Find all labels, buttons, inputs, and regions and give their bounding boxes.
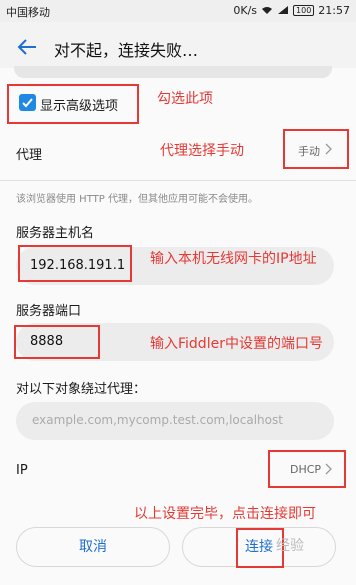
highlight-box-host <box>18 245 132 282</box>
checkmark-icon <box>22 98 33 108</box>
page-title: 对不起，连接失败… <box>54 41 199 60</box>
port-label: 服务器端口 <box>16 304 82 319</box>
annotation-port: 输入Fiddler中设置的端口号 <box>150 336 323 352</box>
annotation-advanced: 勾选此项 <box>157 91 213 107</box>
highlight-box-port <box>14 325 100 359</box>
proxy-label: 代理 <box>16 148 43 163</box>
bypass-placeholder: example.com,mycomp.test.com,localhost <box>32 413 283 427</box>
status-bar: 中国移动 0K/s 100 21:57 <box>0 0 356 22</box>
annotation-proxy: 代理选择手动 <box>160 143 244 159</box>
proxy-hint: 该浏览器使用 HTTP 代理，但其他应用可能不会使用。 <box>16 194 258 205</box>
back-arrow-icon[interactable] <box>16 36 38 58</box>
cancel-button[interactable]: 取消 <box>16 527 170 567</box>
bypass-label: 对以下对象绕过代理： <box>16 382 147 397</box>
clock: 21:57 <box>318 4 350 17</box>
advanced-options-label: 显示高级选项 <box>40 99 119 114</box>
previous-field-edge <box>14 66 332 78</box>
ip-value[interactable]: DHCP <box>290 463 321 476</box>
wifi-icon <box>262 7 273 14</box>
advanced-options-checkbox[interactable] <box>19 94 36 111</box>
signal-icon <box>278 6 289 14</box>
carrier-name: 中国移动 <box>6 6 50 19</box>
annotation-host: 输入本机无线网卡的IP地址 <box>150 251 317 267</box>
bypass-input[interactable]: example.com,mycomp.test.com,localhost <box>16 402 334 440</box>
ip-label: IP <box>16 463 28 478</box>
battery-icon: 100 <box>293 5 315 16</box>
chevron-right-icon[interactable] <box>325 143 333 155</box>
divider <box>0 180 356 181</box>
app-header: 对不起，连接失败… <box>0 22 356 72</box>
watermark: 经验 <box>276 538 304 554</box>
annotation-footer: 以上设置完毕，点击连接即可 <box>134 506 316 522</box>
chevron-right-icon[interactable] <box>325 463 333 475</box>
proxy-value[interactable]: 手动 <box>298 143 320 159</box>
status-icons: 0K/s 100 21:57 <box>233 4 350 17</box>
network-speed: 0K/s <box>233 4 258 17</box>
host-label: 服务器主机名 <box>16 226 95 241</box>
